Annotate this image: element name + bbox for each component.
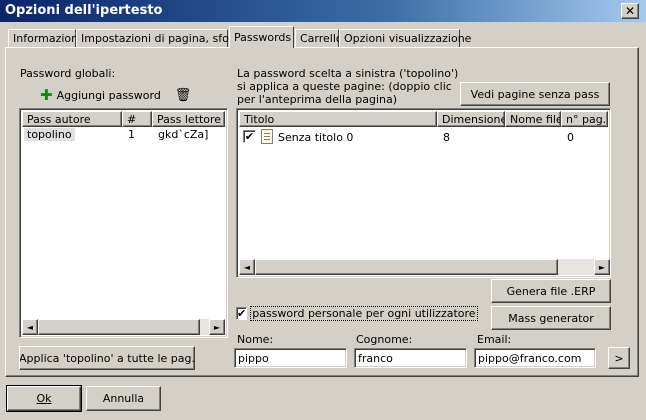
col-label: Dimensione	[442, 112, 505, 126]
col-label: Pass autore	[27, 112, 91, 126]
col-num-pag[interactable]: n° pag.	[561, 111, 608, 127]
add-password-label: Aggiungi password	[56, 88, 161, 102]
scroll-right-button[interactable]: ►	[209, 319, 225, 335]
arrow-right-icon: ►	[598, 262, 606, 272]
tab-carrello[interactable]: Carrello	[295, 29, 343, 47]
tab-label: Opzioni visualizzazione	[344, 32, 472, 45]
tab-label: Informazioni	[13, 32, 82, 45]
row-author: topolino	[24, 128, 75, 141]
row-number: 1	[128, 128, 135, 141]
next-button[interactable]: >	[608, 347, 630, 369]
scroll-thumb[interactable]	[255, 259, 558, 275]
close-button[interactable]: ✕	[621, 3, 639, 19]
ok-button-face[interactable]: Ok	[7, 386, 81, 411]
arrow-left-icon: ◄	[243, 262, 251, 272]
apply-all-pages-button[interactable]: Applica 'topolino' a tutte le pag.	[19, 346, 195, 370]
personal-password-label: password personale per ogni utilizzatore	[250, 305, 478, 321]
arrow-right-icon: ►	[213, 322, 221, 332]
cognome-input[interactable]	[354, 348, 467, 368]
col-label: n° pag.	[566, 112, 607, 126]
title-bar: Opzioni dell'ipertesto ✕	[0, 0, 646, 22]
col-label: Nome file	[510, 112, 561, 126]
row-reader: gkd`cZa]	[158, 128, 209, 141]
button-label: Applica 'topolino' a tutte le pag.	[19, 351, 195, 365]
col-titolo[interactable]: Titolo	[239, 111, 437, 127]
col-nome-file[interactable]: Nome file	[505, 111, 561, 127]
scroll-left-button[interactable]: ◄	[22, 319, 38, 335]
nome-input[interactable]	[234, 348, 347, 368]
tab-passwords[interactable]: Passwords	[229, 26, 294, 48]
tab-label: Passwords	[234, 31, 292, 44]
plus-icon: ✚	[40, 85, 53, 104]
row-checkbox[interactable]: ✔	[243, 130, 256, 143]
passwords-listview[interactable]: Pass autore # Pass lettore topolino 1 gk…	[19, 108, 228, 338]
trash-icon: 🗑	[174, 87, 192, 103]
nome-label: Nome:	[237, 333, 274, 346]
row-size: 8	[443, 131, 450, 144]
col-number[interactable]: #	[122, 111, 152, 127]
col-pass-autore[interactable]: Pass autore	[22, 111, 122, 127]
window-title: Opzioni dell'ipertesto	[5, 3, 163, 18]
row-page: 0	[567, 131, 574, 144]
pages-info-text: La password scelta a sinistra ('topolino…	[237, 67, 459, 106]
col-label: #	[127, 112, 137, 126]
view-pages-without-pass-button[interactable]: Vedi pagine senza pass	[460, 82, 610, 106]
row-title: Senza titolo 0	[278, 131, 354, 144]
mass-generator-button[interactable]: Mass generator	[491, 306, 611, 330]
personal-password-checkbox[interactable]: ✔ password personale per ogni utilizzato…	[236, 305, 478, 321]
page-icon	[261, 129, 273, 144]
generate-erp-button[interactable]: Genera file .ERP	[491, 279, 611, 303]
close-icon: ✕	[624, 4, 636, 18]
tab-informazioni[interactable]: Informazioni	[8, 29, 81, 47]
button-label: Annulla	[102, 392, 145, 405]
horizontal-scrollbar[interactable]: ◄ ►	[239, 259, 610, 275]
arrow-left-icon: ◄	[26, 322, 34, 332]
cancel-button[interactable]: Annulla	[86, 386, 161, 411]
button-label: Genera file .ERP	[506, 284, 596, 298]
tab-label: Carrello	[300, 32, 343, 45]
pages-listview[interactable]: Titolo Dimensione Nome file n° pag. ✔ Se…	[236, 108, 611, 278]
col-label: Pass lettore	[157, 112, 222, 126]
tab-opzioni-visualizzazione[interactable]: Opzioni visualizzazione	[339, 29, 471, 47]
button-label: Ok	[36, 392, 52, 405]
button-label: Vedi pagine senza pass	[470, 87, 600, 101]
button-label: Mass generator	[508, 311, 594, 325]
delete-password-button[interactable]: 🗑	[174, 86, 192, 104]
check-icon: ✔	[237, 306, 247, 320]
col-dimensione[interactable]: Dimensione	[437, 111, 505, 127]
email-label: Email:	[477, 333, 512, 346]
email-input[interactable]	[474, 348, 596, 368]
checkbox-box[interactable]: ✔	[236, 306, 248, 320]
chevron-right-icon: >	[614, 351, 624, 365]
horizontal-scrollbar[interactable]: ◄ ►	[22, 319, 225, 335]
global-passwords-label: Password globali:	[20, 67, 116, 80]
table-row[interactable]: ✔ Senza titolo 0 8 0	[239, 128, 608, 146]
tab-label: Impostazioni di pagina, sfondo	[81, 32, 250, 45]
col-label: Titolo	[244, 112, 275, 126]
ok-button[interactable]: Ok	[6, 385, 82, 412]
col-pass-lettore[interactable]: Pass lettore	[152, 111, 225, 127]
scroll-left-button[interactable]: ◄	[239, 259, 255, 275]
table-row[interactable]: topolino 1 gkd`cZa]	[22, 127, 225, 143]
scroll-thumb[interactable]	[38, 319, 200, 335]
check-icon: ✔	[244, 130, 255, 143]
cognome-label: Cognome:	[356, 333, 413, 346]
tab-impostazioni-pagina[interactable]: Impostazioni di pagina, sfondo	[76, 29, 250, 47]
add-password-button[interactable]: ✚ Aggiungi password	[40, 85, 161, 104]
scroll-right-button[interactable]: ►	[594, 259, 610, 275]
